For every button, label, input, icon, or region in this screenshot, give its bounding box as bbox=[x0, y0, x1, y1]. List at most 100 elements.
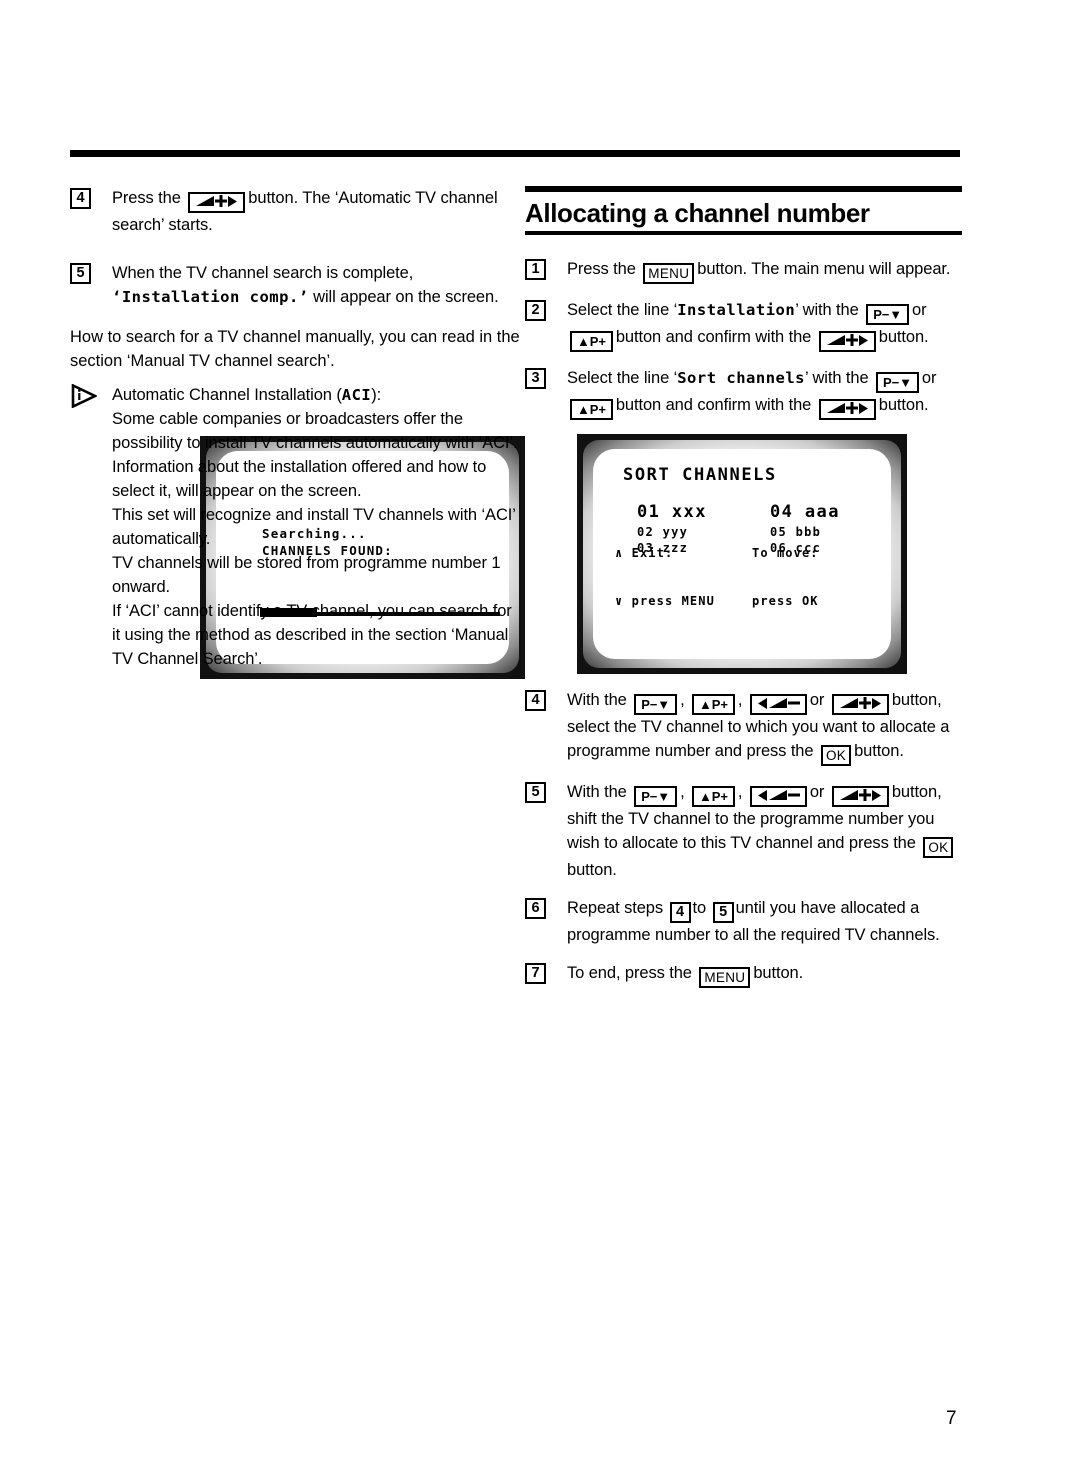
step-text: With the P−▼, ▲P+, or button, select the… bbox=[567, 691, 949, 766]
osd-installation-comp: ‘Installation comp.’ bbox=[112, 288, 309, 306]
section-rule-top bbox=[525, 186, 962, 192]
step-text: To end, press the MENU button. bbox=[567, 964, 804, 988]
volume-wedge-icon bbox=[195, 195, 215, 212]
tv-illustration-sort-channels: SORT CHANNELS 01 xxx 02 yyy 03 zzz 04 aa… bbox=[577, 434, 907, 674]
info-triangle-icon bbox=[71, 383, 99, 409]
step-text-a: With the bbox=[567, 691, 627, 709]
osd-footer-line-2: ∨ press MENU press OK bbox=[615, 593, 891, 609]
menu-key-icon[interactable]: MENU bbox=[643, 263, 695, 284]
step-5-left: 5 When the TV channel search is complete… bbox=[70, 261, 520, 309]
step-sep: , bbox=[680, 783, 685, 801]
step-text-a: With the bbox=[567, 783, 627, 801]
step-text: When the TV channel search is complete, … bbox=[112, 264, 499, 306]
page-title: Allocating a channel number bbox=[525, 198, 870, 228]
volume-up-key-icon[interactable] bbox=[831, 786, 889, 807]
step-number: 4 bbox=[70, 188, 91, 209]
menu-key-icon[interactable]: MENU bbox=[699, 967, 751, 988]
volume-down-key-icon[interactable] bbox=[749, 694, 807, 715]
p-down-key-icon[interactable]: P−▼ bbox=[876, 372, 919, 393]
step-text-a: Select the line ‘ bbox=[567, 301, 678, 319]
plus-icon bbox=[858, 789, 871, 806]
step-sep: , bbox=[680, 691, 685, 709]
section-rule-bottom bbox=[525, 231, 962, 235]
right-triangle-icon bbox=[871, 789, 882, 806]
ok-key-icon[interactable]: OK bbox=[820, 745, 852, 766]
step-3-right: 3 Select the line ‘Sort channels’ with t… bbox=[525, 366, 962, 420]
step-text-after: will appear on the screen. bbox=[313, 288, 499, 306]
volume-up-key-icon[interactable] bbox=[831, 694, 889, 715]
aci-tip-text: Automatic Channel Installation (ACI): So… bbox=[112, 383, 520, 671]
p-up-key-icon[interactable]: ▲P+ bbox=[570, 331, 613, 352]
aci-heading-osd: ACI bbox=[341, 386, 372, 404]
p-up-key-icon[interactable]: ▲P+ bbox=[692, 694, 735, 715]
osd-move-hint-2: press OK bbox=[752, 594, 819, 608]
step-5-right: 5 With the P−▼, ▲P+, or button, shift th… bbox=[525, 780, 962, 882]
step-number: 6 bbox=[525, 898, 546, 919]
p-down-key-icon[interactable]: P−▼ bbox=[634, 786, 678, 807]
plus-icon bbox=[845, 334, 858, 351]
osd-move-hint: To move: bbox=[752, 546, 819, 560]
right-triangle-icon bbox=[871, 697, 882, 714]
step-text: Press the MENU button. The main menu will… bbox=[567, 260, 951, 284]
step-number: 1 bbox=[525, 259, 546, 280]
step-number: 4 bbox=[525, 690, 546, 711]
step-text-c: or bbox=[912, 301, 927, 319]
osd-footer-hints: ∧ Exit: To move: ∨ press MENU press OK bbox=[615, 513, 891, 641]
page-number: 7 bbox=[946, 1408, 957, 1429]
step-sep: , bbox=[737, 783, 743, 801]
step-number: 5 bbox=[525, 782, 546, 803]
step-text: With the P−▼, ▲P+, or button, shift the … bbox=[567, 783, 956, 879]
step-text-e: button. bbox=[878, 396, 929, 414]
osd-sort-channels: Sort channels bbox=[677, 369, 806, 387]
p-up-key-icon[interactable]: ▲P+ bbox=[692, 786, 735, 807]
aci-tip-block: Automatic Channel Installation (ACI): So… bbox=[70, 383, 520, 671]
step-4-left: 4 Press the button. The ‘Automatic TV ch… bbox=[70, 186, 520, 237]
step-reference-5: 5 bbox=[712, 902, 734, 923]
plus-icon bbox=[215, 195, 228, 212]
step-text: Repeat steps 4 to 5 until you have allocat… bbox=[567, 899, 940, 944]
plus-icon bbox=[858, 697, 871, 714]
left-column: 4 Press the button. The ‘Automatic TV ch… bbox=[70, 186, 525, 679]
ok-key-icon[interactable]: OK bbox=[923, 837, 954, 858]
aci-heading-after: ): bbox=[371, 386, 382, 404]
step-text-b: ’ with the bbox=[805, 369, 869, 387]
step-text-before: When the TV channel search is complete, bbox=[112, 264, 414, 282]
p-up-key-icon[interactable]: ▲P+ bbox=[570, 399, 613, 420]
step-text: Select the line ‘Installation’ with the … bbox=[567, 301, 929, 352]
step-number: 5 bbox=[70, 263, 91, 284]
p-down-key-icon[interactable]: P−▼ bbox=[866, 304, 910, 325]
aci-tip-line: Some cable companies or broadcasters off… bbox=[112, 410, 518, 500]
left-triangle-icon bbox=[757, 789, 768, 806]
step-reference-4: 4 bbox=[669, 902, 691, 923]
volume-wedge-icon bbox=[768, 697, 788, 714]
minus-icon bbox=[787, 697, 800, 714]
step-text-after: button. The main menu will appear. bbox=[697, 260, 951, 278]
step-4-right: 4 With the P−▼, ▲P+, or button, select t… bbox=[525, 688, 962, 766]
step-number: 3 bbox=[525, 368, 546, 389]
step-text-e: button. bbox=[878, 328, 929, 346]
volume-up-key-icon[interactable] bbox=[818, 331, 876, 352]
aci-tip-line: If ‘ACI’ cannot identify a TV channel, y… bbox=[112, 602, 512, 668]
aci-tip-line: This set will recognize and install TV c… bbox=[112, 506, 516, 548]
manual-search-note: How to search for a TV channel manually,… bbox=[70, 328, 520, 370]
volume-up-key-icon[interactable] bbox=[818, 399, 876, 420]
osd-exit-hint-2: ∨ press MENU bbox=[615, 594, 715, 608]
step-text-before: Press the bbox=[567, 260, 636, 278]
aci-heading-before: Automatic Channel Installation ( bbox=[112, 386, 342, 404]
step-text-before: Press the bbox=[112, 189, 181, 207]
step-text-a: Select the line ‘ bbox=[567, 369, 678, 387]
volume-wedge-icon bbox=[839, 789, 859, 806]
step-text-b: button. bbox=[753, 964, 804, 982]
step-text-d: button and confirm with the bbox=[615, 396, 812, 414]
volume-wedge-icon bbox=[826, 402, 846, 419]
step-sep: , bbox=[737, 691, 743, 709]
manual-page: 4 Press the button. The ‘Automatic TV ch… bbox=[0, 0, 1080, 1473]
volume-up-key-icon[interactable] bbox=[188, 192, 246, 213]
p-down-key-icon[interactable]: P−▼ bbox=[634, 694, 678, 715]
page-top-rule bbox=[70, 150, 960, 157]
tv-screen: SORT CHANNELS 01 xxx 02 yyy 03 zzz 04 aa… bbox=[593, 449, 891, 659]
volume-down-key-icon[interactable] bbox=[749, 786, 807, 807]
step-text-a: Repeat steps bbox=[567, 899, 664, 917]
left-triangle-icon bbox=[757, 697, 768, 714]
right-triangle-icon bbox=[227, 195, 238, 212]
